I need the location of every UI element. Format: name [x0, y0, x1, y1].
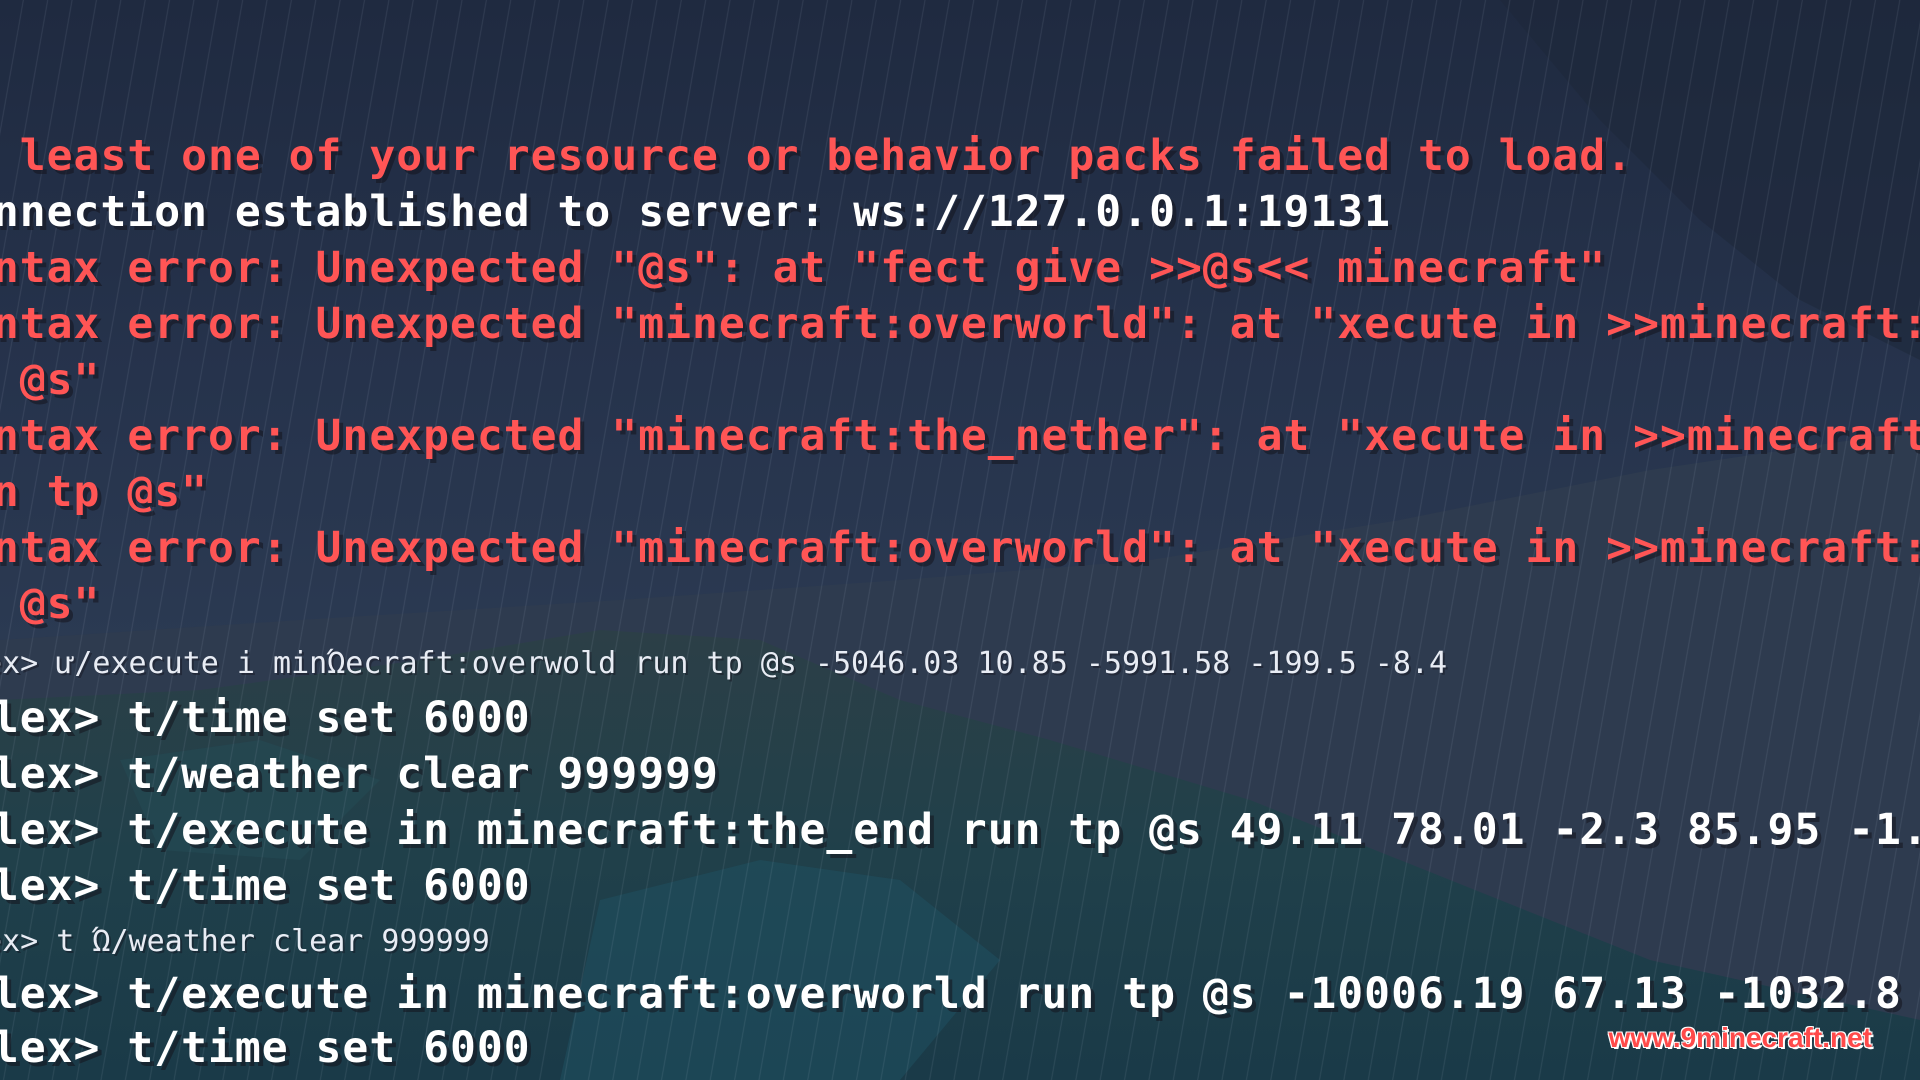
chat-line-syntax-error: yntax error: Unexpected "minecraft:overw… [0, 299, 1920, 349]
chat-line-syntax-error-cont: p @s" [19, 579, 101, 629]
chat-log: t least one of your resource or behavior… [0, 0, 1920, 1080]
watermark: www.9minecraft.net [1608, 1022, 1872, 1053]
chat-line-player-command: Alex> t/time set 6000 [0, 861, 531, 911]
chat-line-syntax-error: yntax error: Unexpected "@s": at "fect g… [0, 243, 1607, 293]
chat-line-player-command: lex> t Ώ/weather clear 999999 [0, 924, 490, 959]
chat-line-syntax-error-cont: p @s" [19, 355, 101, 405]
chat-line-player-command: Alex> t/weather clear 999999 [0, 749, 719, 799]
chat-line-player-command: lex> ư/execute i minΏecraft:overwold run… [0, 646, 1448, 681]
chat-line-pack-error: t least one of your resource or behavior… [0, 131, 1634, 181]
chat-line-player-command: Alex> t/time set 6000 [0, 1023, 531, 1073]
chat-line-syntax-error-cont: un tp @s" [0, 467, 208, 517]
chat-line-player-command: Alex> t/time set 6000 [0, 693, 531, 743]
chat-line-player-command: Alex> t/execute in minecraft:the_end run… [0, 805, 1920, 855]
chat-line-player-command: Alex> t/execute in minecraft:overworld r… [0, 969, 1920, 1019]
chat-line-syntax-error: yntax error: Unexpected "minecraft:the_n… [0, 411, 1920, 461]
chat-line-connection: onnection established to server: ws://12… [0, 187, 1392, 237]
chat-line-syntax-error: yntax error: Unexpected "minecraft:overw… [0, 523, 1920, 573]
